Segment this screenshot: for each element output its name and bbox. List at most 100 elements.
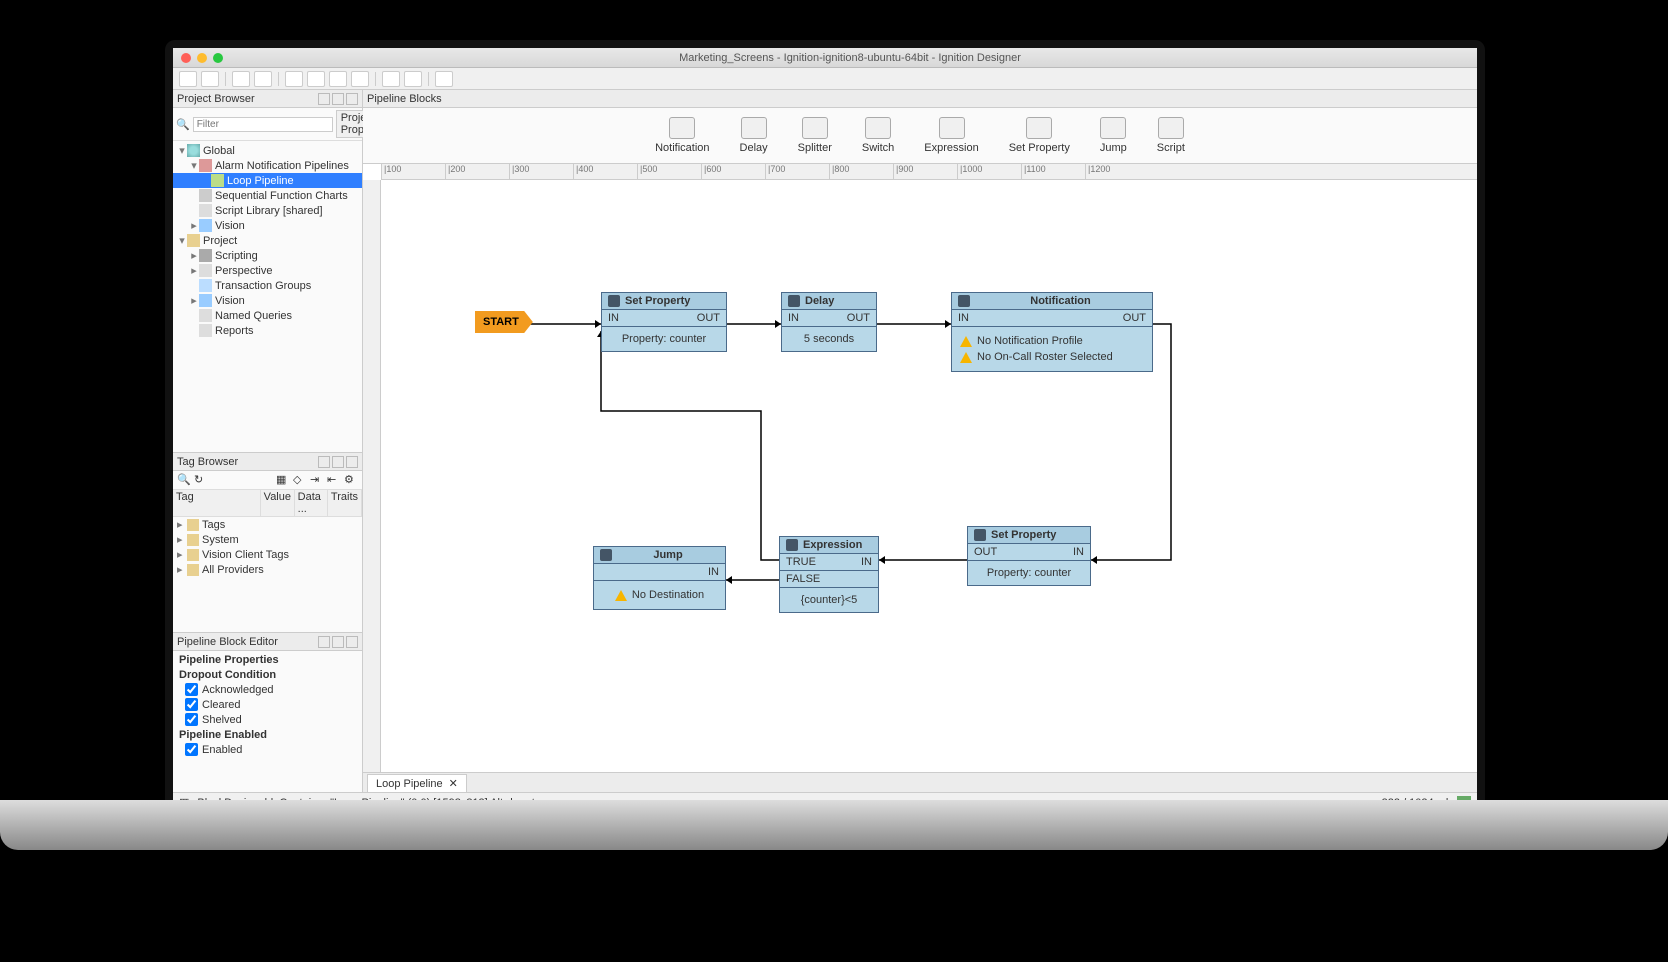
script-icon: [1158, 117, 1184, 139]
splitter-icon: [802, 117, 828, 139]
palette-switch[interactable]: Switch: [862, 117, 894, 154]
warning-icon: [960, 336, 972, 347]
dock-icon[interactable]: [318, 636, 330, 648]
pipeline-blocks-header: Pipeline Blocks: [363, 90, 1477, 108]
palette-set-property[interactable]: Set Property: [1009, 117, 1070, 154]
panel-title: Pipeline Blocks: [367, 93, 442, 105]
tree-node-global[interactable]: ▾Global: [173, 143, 362, 158]
tree-node-script-library[interactable]: Script Library [shared]: [173, 203, 362, 218]
maximize-icon[interactable]: [213, 53, 223, 63]
tag-export-icon[interactable]: ⇤: [327, 473, 341, 487]
tag-row[interactable]: ▸Vision Client Tags: [173, 547, 362, 562]
tree-node-vision-global[interactable]: ▸Vision: [173, 218, 362, 233]
palette-delay[interactable]: Delay: [740, 117, 768, 154]
search-icon: 🔍: [176, 118, 190, 131]
minimize-panel-icon[interactable]: [332, 636, 344, 648]
jump-block[interactable]: Jump IN No Destination: [593, 546, 726, 610]
refresh-icon[interactable]: ↻: [194, 473, 208, 487]
tree-node-project[interactable]: ▾Project: [173, 233, 362, 248]
tree-node-transaction-groups[interactable]: Transaction Groups: [173, 278, 362, 293]
pipeline-enabled-label: Pipeline Enabled: [179, 729, 356, 741]
tree-node-vision-project[interactable]: ▸Vision: [173, 293, 362, 308]
block-palette: Notification Delay Splitter Switch Expre…: [363, 108, 1477, 164]
tag-gear-icon[interactable]: ⚙: [344, 473, 358, 487]
expression-icon: [786, 539, 798, 551]
close-panel-icon[interactable]: [346, 93, 358, 105]
editor-tabstrip: Loop Pipeline ✕: [363, 772, 1477, 792]
cleared-checkbox[interactable]: [185, 698, 198, 711]
pipeline-canvas[interactable]: START Set Property INOUT Property: count…: [381, 180, 1477, 772]
save-button[interactable]: [179, 71, 197, 87]
set-property-icon: [608, 295, 620, 307]
tag-import-icon[interactable]: ⇥: [310, 473, 324, 487]
window-titlebar: Marketing_Screens - Ignition-ignition8-u…: [173, 48, 1477, 68]
tree-node-scripting[interactable]: ▸Scripting: [173, 248, 362, 263]
set-property-block[interactable]: Set Property INOUT Property: counter: [601, 292, 727, 352]
tag-tool-icon[interactable]: ◇: [293, 473, 307, 487]
jump-icon: [600, 549, 612, 561]
panel-title: Tag Browser: [177, 456, 238, 468]
set-property-block-2[interactable]: Set Property OUTIN Property: counter: [967, 526, 1091, 586]
delete-button[interactable]: [351, 71, 369, 87]
close-panel-icon[interactable]: [346, 456, 358, 468]
minimize-icon[interactable]: [197, 53, 207, 63]
delay-icon: [788, 295, 800, 307]
start-block[interactable]: START: [475, 311, 533, 333]
set-property-icon: [1026, 117, 1052, 139]
tab-loop-pipeline[interactable]: Loop Pipeline ✕: [367, 774, 467, 792]
copy-button[interactable]: [307, 71, 325, 87]
cut-button[interactable]: [285, 71, 303, 87]
tag-table-header: Tag Value Data ... Traits: [173, 490, 362, 517]
minimize-panel-icon[interactable]: [332, 93, 344, 105]
palette-script[interactable]: Script: [1157, 117, 1185, 154]
tag-row[interactable]: ▸Tags: [173, 517, 362, 532]
close-panel-icon[interactable]: [346, 636, 358, 648]
dock-icon[interactable]: [318, 93, 330, 105]
tool-b-button[interactable]: [404, 71, 422, 87]
tree-node-alarm-pipelines[interactable]: ▾Alarm Notification Pipelines: [173, 158, 362, 173]
main-toolbar: [173, 68, 1477, 90]
project-browser-header: Project Browser: [173, 90, 362, 108]
tree-node-sfc[interactable]: Sequential Function Charts: [173, 188, 362, 203]
undo-button[interactable]: [232, 71, 250, 87]
tree-node-named-queries[interactable]: Named Queries: [173, 308, 362, 323]
acknowledged-checkbox[interactable]: [185, 683, 198, 696]
warning-icon: [615, 590, 627, 601]
tag-row[interactable]: ▸System: [173, 532, 362, 547]
filter-input[interactable]: [193, 117, 333, 132]
palette-notification[interactable]: Notification: [655, 117, 709, 154]
panel-title: Pipeline Block Editor: [177, 636, 278, 648]
save-all-button[interactable]: [201, 71, 219, 87]
expression-block[interactable]: Expression TRUEIN FALSE {counter}<5: [779, 536, 879, 613]
palette-splitter[interactable]: Splitter: [798, 117, 832, 154]
tag-tool-icon[interactable]: ▦: [276, 473, 290, 487]
set-property-icon: [974, 529, 986, 541]
close-tab-icon[interactable]: ✕: [449, 777, 458, 790]
dock-icon[interactable]: [318, 456, 330, 468]
tree-node-loop-pipeline[interactable]: Loop Pipeline: [173, 173, 362, 188]
tree-node-reports[interactable]: Reports: [173, 323, 362, 338]
window-title: Marketing_Screens - Ignition-ignition8-u…: [223, 52, 1477, 64]
palette-jump[interactable]: Jump: [1100, 117, 1127, 154]
paste-button[interactable]: [329, 71, 347, 87]
expression-icon: [939, 117, 965, 139]
minimize-panel-icon[interactable]: [332, 456, 344, 468]
palette-expression[interactable]: Expression: [924, 117, 978, 154]
tool-a-button[interactable]: [382, 71, 400, 87]
search-icon[interactable]: 🔍: [177, 473, 191, 487]
tree-node-perspective[interactable]: ▸Perspective: [173, 263, 362, 278]
project-tree: ▾Global ▾Alarm Notification Pipelines Lo…: [173, 141, 362, 452]
pipeline-properties-label: Pipeline Properties: [179, 654, 279, 666]
tool-c-button[interactable]: [435, 71, 453, 87]
panel-title: Project Browser: [177, 93, 255, 105]
tag-row[interactable]: ▸All Providers: [173, 562, 362, 577]
shelved-checkbox[interactable]: [185, 713, 198, 726]
redo-button[interactable]: [254, 71, 272, 87]
delay-block[interactable]: Delay INOUT 5 seconds: [781, 292, 877, 352]
enabled-checkbox[interactable]: [185, 743, 198, 756]
notification-block[interactable]: Notification INOUT No Notification Profi…: [951, 292, 1153, 372]
delay-icon: [741, 117, 767, 139]
close-icon[interactable]: [181, 53, 191, 63]
switch-icon: [865, 117, 891, 139]
notification-icon: [669, 117, 695, 139]
